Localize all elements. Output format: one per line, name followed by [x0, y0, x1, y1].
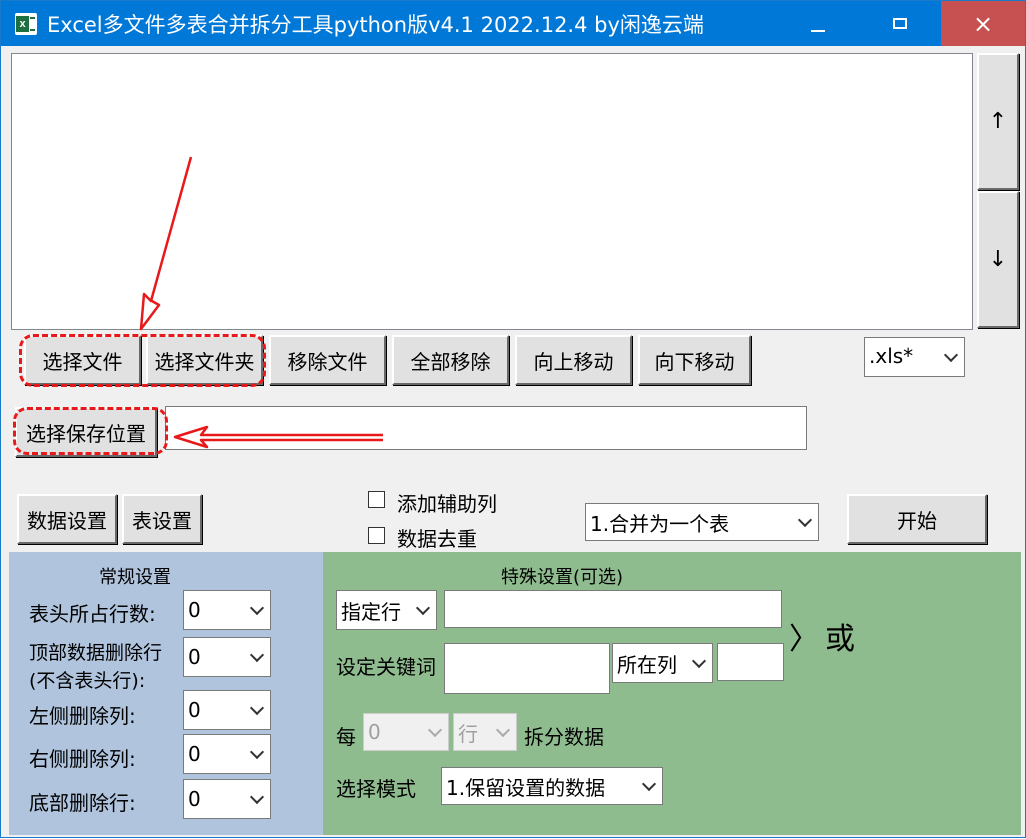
remove-all-button[interactable]: 全部移除 — [392, 335, 509, 385]
chevron-down-icon — [495, 722, 511, 738]
chevron-down-icon — [797, 512, 813, 528]
window-title: Excel多文件多表合并拆分工具python版v4.1 2022.12.4 by… — [47, 13, 704, 37]
chevron-down-icon — [249, 647, 265, 663]
row-select[interactable]: 指定行 — [336, 590, 437, 630]
chevron-down-icon — [641, 776, 657, 792]
close-icon: × — [972, 9, 994, 38]
top-delete-select[interactable]: 0 — [183, 637, 271, 677]
add-helper-column-label: 添加辅助列 — [397, 492, 497, 516]
minimize-icon — [811, 29, 825, 32]
extension-filter-select[interactable]: .xls* — [864, 337, 965, 377]
left-delete-label: 左侧删除列: — [29, 704, 136, 728]
header-rows-select[interactable]: 0 — [183, 590, 271, 630]
annotation-save-button-outline — [13, 407, 168, 455]
column-input[interactable] — [717, 643, 784, 681]
move-up-button[interactable]: 向上移动 — [515, 335, 632, 385]
special-settings-title: 特殊设置(可选) — [501, 567, 624, 588]
or-label: 或 — [825, 622, 855, 657]
dedupe-checkbox[interactable] — [368, 527, 385, 544]
sheet-settings-button[interactable]: 表设置 — [122, 494, 202, 544]
move-up-arrow-button[interactable]: ↑ — [977, 53, 1019, 190]
every-label: 每 — [336, 725, 356, 749]
down-arrow-icon: ↓ — [988, 247, 1008, 272]
left-delete-select[interactable]: 0 — [183, 690, 271, 730]
chevron-down-icon — [249, 789, 265, 805]
mode-select[interactable]: 1.合并为一个表 — [585, 503, 819, 541]
keep-mode-select[interactable]: 1.保留设置的数据 — [441, 767, 663, 805]
excel-icon: x — [15, 13, 37, 35]
add-helper-column-checkbox[interactable] — [368, 491, 385, 508]
file-listbox[interactable] — [11, 53, 973, 330]
bottom-delete-label: 底部删除行: — [29, 791, 136, 815]
top-delete-sublabel: (不含表头行): — [29, 670, 146, 692]
row-input[interactable] — [444, 590, 782, 628]
app-window: x Excel多文件多表合并拆分工具python版v4.1 2022.12.4 … — [0, 0, 1026, 838]
title-bar[interactable]: x Excel多文件多表合并拆分工具python版v4.1 2022.12.4 … — [1, 1, 1025, 46]
chevron-down-icon — [427, 722, 443, 738]
minimize-button[interactable] — [777, 1, 859, 46]
right-delete-select[interactable]: 0 — [183, 734, 271, 774]
up-arrow-icon: ↑ — [988, 109, 1008, 134]
mode-label: 选择模式 — [336, 777, 416, 801]
column-select[interactable]: 所在列 — [612, 643, 713, 683]
move-down-arrow-button[interactable]: ↓ — [977, 191, 1019, 328]
data-settings-button[interactable]: 数据设置 — [17, 494, 117, 544]
remove-file-button[interactable]: 移除文件 — [269, 335, 386, 385]
every-value-select[interactable]: 0 — [363, 713, 449, 751]
dedupe-label: 数据去重 — [397, 527, 477, 551]
chevron-down-icon — [943, 347, 959, 363]
chevron-down-icon — [249, 700, 265, 716]
keyword-label: 设定关键词 — [336, 655, 436, 679]
annotation-file-buttons-outline — [19, 334, 266, 387]
split-data-label: 拆分数据 — [524, 725, 604, 749]
chevron-down-icon — [691, 653, 707, 669]
chevron-down-icon — [249, 744, 265, 760]
maximize-button[interactable] — [859, 1, 941, 46]
chevron-down-icon — [249, 600, 265, 616]
move-down-button[interactable]: 向下移动 — [638, 335, 751, 385]
or-bracket: 〉 — [789, 622, 819, 657]
unit-select[interactable]: 行 — [453, 713, 517, 751]
header-rows-label: 表头所占行数: — [29, 602, 156, 626]
close-button[interactable]: × — [941, 1, 1025, 46]
start-button[interactable]: 开始 — [847, 494, 987, 544]
maximize-icon — [893, 18, 907, 29]
bottom-delete-select[interactable]: 0 — [183, 779, 271, 819]
right-delete-label: 右侧删除列: — [29, 747, 136, 771]
save-path-input[interactable] — [165, 406, 807, 450]
general-settings-title: 常规设置 — [99, 567, 171, 588]
top-delete-label: 顶部数据删除行 — [29, 642, 163, 664]
keyword-input[interactable] — [444, 643, 610, 694]
chevron-down-icon — [415, 600, 431, 616]
